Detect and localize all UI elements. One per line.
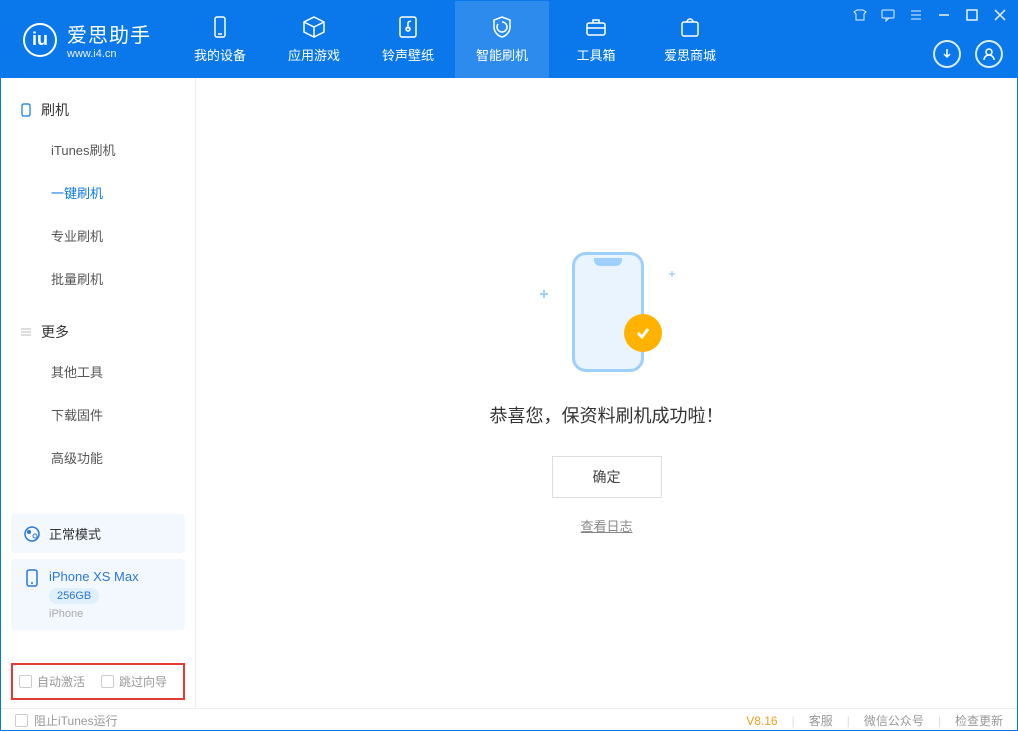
- cube-icon: [301, 15, 327, 39]
- sidebar-bottom: 正常模式 iPhone XS Max 256GB iPhone: [11, 508, 185, 630]
- nav-label: 铃声壁纸: [382, 45, 434, 64]
- sidebar-group-more: 更多 其他工具 下载固件 高级功能: [1, 300, 195, 479]
- support-link[interactable]: 客服: [809, 712, 833, 729]
- nav-label: 爱思商城: [664, 45, 716, 64]
- header: iu 爱思助手 www.i4.cn 我的设备 应用游戏 铃声壁纸 智能刷机 工具…: [1, 1, 1017, 78]
- sidebar-item-oneclick[interactable]: 一键刷机: [1, 171, 195, 214]
- sidebar-item-firmware[interactable]: 下载固件: [1, 393, 195, 436]
- wechat-link[interactable]: 微信公众号: [864, 712, 924, 729]
- sparkle-icon: [540, 290, 548, 298]
- logo-icon: iu: [23, 23, 57, 57]
- device-icon: [207, 15, 233, 39]
- device-capacity: 256GB: [49, 588, 99, 604]
- checkbox-icon: [19, 675, 32, 688]
- status-right: V8.16 | 客服 | 微信公众号 | 检查更新: [746, 712, 1003, 729]
- update-link[interactable]: 检查更新: [955, 712, 1003, 729]
- sidebar-item-pro[interactable]: 专业刷机: [1, 214, 195, 257]
- logo: iu 爱思助手 www.i4.cn: [1, 1, 173, 78]
- checkbox-label: 跳过向导: [119, 673, 167, 690]
- view-log-link[interactable]: 查看日志: [580, 516, 632, 535]
- top-nav: 我的设备 应用游戏 铃声壁纸 智能刷机 工具箱 爱思商城: [173, 1, 737, 78]
- status-bar: 阻止iTunes运行 V8.16 | 客服 | 微信公众号 | 检查更新: [1, 708, 1017, 732]
- checkbox-icon: [15, 714, 28, 727]
- block-itunes-checkbox[interactable]: 阻止iTunes运行: [15, 712, 118, 729]
- check-badge-icon: [624, 314, 662, 352]
- music-icon: [395, 15, 421, 39]
- nav-apps[interactable]: 应用游戏: [267, 1, 361, 78]
- checkbox-label: 阻止iTunes运行: [34, 712, 118, 729]
- nav-label: 工具箱: [576, 45, 615, 64]
- phone-icon: [19, 103, 33, 117]
- body: 刷机 iTunes刷机 一键刷机 专业刷机 批量刷机 更多 其他工具 下载固件 …: [1, 78, 1017, 708]
- nav-ringtones[interactable]: 铃声壁纸: [361, 1, 455, 78]
- shield-icon: [489, 15, 515, 39]
- logo-text: 爱思助手 www.i4.cn: [67, 19, 151, 60]
- nav-label: 我的设备: [194, 45, 246, 64]
- sidebar-head-flash: 刷机: [1, 92, 195, 128]
- maximize-button[interactable]: [963, 7, 981, 23]
- toolbox-icon: [583, 15, 609, 39]
- mode-label: 正常模式: [49, 524, 101, 543]
- nav-store[interactable]: 爱思商城: [643, 1, 737, 78]
- list-icon: [19, 325, 33, 339]
- minimize-button[interactable]: [935, 7, 953, 23]
- device-type: iPhone: [49, 608, 139, 620]
- nav-my-device[interactable]: 我的设备: [173, 1, 267, 78]
- ok-button[interactable]: 确定: [552, 456, 662, 498]
- nav-label: 智能刷机: [476, 45, 528, 64]
- sidebar-checks: 自动激活 跳过向导: [11, 663, 185, 700]
- auto-activate-checkbox[interactable]: 自动激活: [19, 673, 85, 690]
- account-button[interactable]: [975, 40, 1003, 68]
- skin-icon[interactable]: [851, 7, 869, 23]
- sidebar-title: 刷机: [41, 100, 69, 120]
- window-controls: [851, 7, 1009, 23]
- main-content: 恭喜您，保资料刷机成功啦！ 确定 查看日志: [196, 78, 1017, 708]
- nav-label: 应用游戏: [288, 45, 340, 64]
- success-illustration: [532, 252, 682, 372]
- checkbox-icon: [101, 675, 114, 688]
- sidebar-group-flash: 刷机 iTunes刷机 一键刷机 专业刷机 批量刷机: [1, 78, 195, 300]
- feedback-icon[interactable]: [879, 7, 897, 23]
- download-button[interactable]: [933, 40, 961, 68]
- sidebar-item-itunes[interactable]: iTunes刷机: [1, 128, 195, 171]
- app-name: 爱思助手: [67, 19, 151, 48]
- bag-icon: [677, 15, 703, 39]
- version-label: V8.16: [746, 714, 777, 728]
- app-domain: www.i4.cn: [67, 48, 151, 60]
- header-right: [933, 40, 1003, 68]
- device-card[interactable]: iPhone XS Max 256GB iPhone: [11, 559, 185, 630]
- close-button[interactable]: [991, 7, 1009, 23]
- sidebar-head-more: 更多: [1, 314, 195, 350]
- sparkle-icon: [669, 271, 675, 277]
- nav-flash[interactable]: 智能刷机: [455, 1, 549, 78]
- mode-card[interactable]: 正常模式: [11, 514, 185, 553]
- device-icon: [23, 569, 41, 587]
- sidebar-title: 更多: [41, 322, 69, 342]
- success-message: 恭喜您，保资料刷机成功啦！: [490, 402, 724, 428]
- nav-toolbox[interactable]: 工具箱: [549, 1, 643, 78]
- device-name: iPhone XS Max: [49, 569, 139, 584]
- phone-icon: [572, 252, 644, 372]
- mode-icon: [23, 525, 41, 543]
- sidebar-item-other[interactable]: 其他工具: [1, 350, 195, 393]
- menu-icon[interactable]: [907, 7, 925, 23]
- checkbox-label: 自动激活: [37, 673, 85, 690]
- sidebar: 刷机 iTunes刷机 一键刷机 专业刷机 批量刷机 更多 其他工具 下载固件 …: [1, 78, 196, 708]
- sidebar-item-advanced[interactable]: 高级功能: [1, 436, 195, 479]
- sidebar-item-batch[interactable]: 批量刷机: [1, 257, 195, 300]
- skip-guide-checkbox[interactable]: 跳过向导: [101, 673, 167, 690]
